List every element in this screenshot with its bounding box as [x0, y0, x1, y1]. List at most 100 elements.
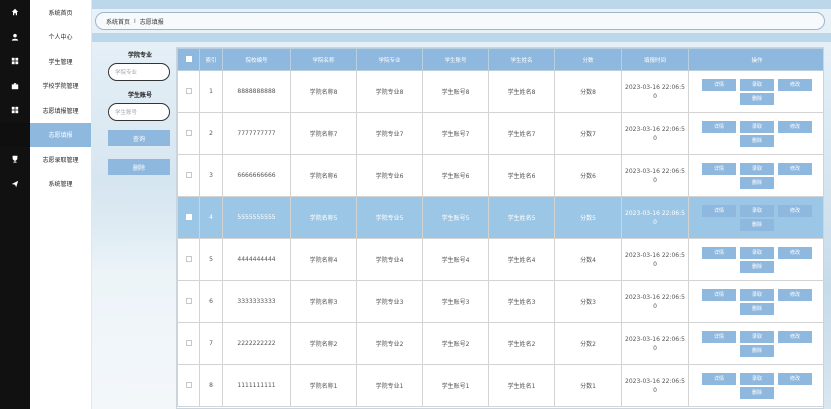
row-checkbox[interactable] [177, 196, 200, 239]
grid-icon[interactable] [0, 49, 30, 74]
time-line-1: 2023-03-16 22:06:5 [625, 377, 685, 385]
header-actions: 操作 [688, 48, 823, 71]
breadcrumb-home[interactable]: 系统首页 [106, 17, 130, 26]
sidebar-item-home[interactable]: 系统首页 [30, 0, 91, 25]
table-row[interactable]: 4 5555555555 学院名称5 学院专业5 学生账号5 学生姓名5 分数5… [177, 196, 823, 239]
delete-button[interactable]: 删除 [740, 134, 774, 147]
edit-button[interactable]: 修改 [778, 288, 812, 301]
cell-index: 3 [199, 154, 223, 197]
cell-time: 2023-03-16 22:06:5 0 [621, 280, 689, 323]
table-row[interactable]: 6 3333333333 学院名称3 学院专业3 学生账号3 学生姓名3 分数3… [177, 280, 823, 323]
row-checkbox[interactable] [177, 364, 200, 407]
detail-button[interactable]: 详情 [702, 120, 736, 133]
delete-button[interactable]: 删除 [740, 302, 774, 315]
cell-account: 学生账号8 [422, 70, 489, 113]
table-row[interactable]: 5 4444444444 学院名称4 学院专业4 学生账号4 学生姓名4 分数4… [177, 238, 823, 281]
table-row[interactable]: 2 7777777777 学院名称7 学院专业7 学生账号7 学生姓名7 分数7… [177, 112, 823, 155]
data-table: 索引 院校编号 学院名称 学院专业 学生账号 学生姓名 分数 填报时间 操作 1… [176, 47, 824, 409]
cell-time: 2023-03-16 22:06:5 0 [621, 70, 689, 113]
detail-button[interactable]: 详情 [702, 246, 736, 259]
delete-button[interactable]: 删除 [740, 344, 774, 357]
cell-actions: 详情 录取 修改 删除 [688, 238, 823, 281]
delete-button[interactable]: 删除 [740, 386, 774, 399]
sidebar-item-colleges[interactable]: 学校学院管理 [30, 74, 91, 99]
admit-button[interactable]: 录取 [740, 288, 774, 301]
header-major: 学院专业 [356, 48, 423, 71]
cell-college: 学院名称7 [290, 112, 357, 155]
table-row[interactable]: 8 1111111111 学院名称1 学院专业1 学生账号1 学生姓名1 分数1… [177, 364, 823, 407]
bulk-delete-button[interactable]: 删除 [108, 159, 170, 175]
row-checkbox[interactable] [177, 70, 200, 113]
user-icon[interactable] [0, 25, 30, 50]
edit-button[interactable]: 修改 [778, 120, 812, 133]
admit-button[interactable]: 录取 [740, 204, 774, 217]
admit-button[interactable]: 录取 [740, 120, 774, 133]
detail-button[interactable]: 详情 [702, 162, 736, 175]
cell-time: 2023-03-16 22:06:5 0 [621, 154, 689, 197]
edit-button[interactable]: 修改 [778, 78, 812, 91]
sidebar-item-profile[interactable]: 个人中心 [30, 25, 91, 50]
delete-button[interactable]: 删除 [740, 92, 774, 105]
sidebar-item-students[interactable]: 学生管理 [30, 49, 91, 74]
edit-button[interactable]: 修改 [778, 372, 812, 385]
cell-score: 分数6 [554, 154, 622, 197]
trophy-icon[interactable] [0, 147, 30, 172]
table-header-row: 索引 院校编号 学院名称 学院专业 学生账号 学生姓名 分数 填报时间 操作 [177, 48, 823, 71]
edit-button[interactable]: 修改 [778, 246, 812, 259]
cell-college: 学院名称1 [290, 364, 357, 407]
cell-actions: 详情 录取 修改 删除 [688, 280, 823, 323]
edit-button[interactable]: 修改 [778, 162, 812, 175]
detail-button[interactable]: 详情 [702, 372, 736, 385]
sidebar-item-system[interactable]: 系统管理 [30, 172, 91, 197]
cell-time: 2023-03-16 22:06:5 0 [621, 238, 689, 281]
admit-button[interactable]: 录取 [740, 162, 774, 175]
header-band [92, 33, 831, 42]
cell-actions: 详情 录取 修改 删除 [688, 322, 823, 365]
send-icon[interactable] [0, 172, 30, 197]
cell-code: 4444444444 [222, 238, 291, 281]
time-line-1: 2023-03-16 22:06:5 [625, 251, 685, 259]
delete-button[interactable]: 删除 [740, 260, 774, 273]
row-checkbox[interactable] [177, 154, 200, 197]
delete-button[interactable]: 删除 [740, 176, 774, 189]
detail-button[interactable]: 详情 [702, 78, 736, 91]
admit-button[interactable]: 录取 [740, 330, 774, 343]
cell-account: 学生账号4 [422, 238, 489, 281]
briefcase-icon[interactable] [0, 74, 30, 99]
sidebar-item-application-management[interactable]: 志愿填报管理 [30, 98, 91, 123]
header-code: 院校编号 [222, 48, 291, 71]
row-checkbox[interactable] [177, 112, 200, 155]
detail-button[interactable]: 详情 [702, 288, 736, 301]
row-checkbox[interactable] [177, 280, 200, 323]
row-checkbox[interactable] [177, 238, 200, 281]
query-button[interactable]: 查询 [108, 130, 170, 146]
table-row[interactable]: 1 8888888888 学院名称8 学院专业8 学生账号8 学生姓名8 分数8… [177, 70, 823, 113]
cell-index: 2 [199, 112, 223, 155]
cell-code: 7777777777 [222, 112, 291, 155]
detail-button[interactable]: 详情 [702, 330, 736, 343]
cell-code: 2222222222 [222, 322, 291, 365]
admit-button[interactable]: 录取 [740, 372, 774, 385]
edit-button[interactable]: 修改 [778, 204, 812, 217]
table-row[interactable]: 7 2222222222 学院名称2 学院专业2 学生账号2 学生姓名2 分数2… [177, 322, 823, 365]
detail-button[interactable]: 详情 [702, 204, 736, 217]
row-checkbox[interactable] [177, 322, 200, 365]
cell-major: 学院专业2 [356, 322, 423, 365]
admit-button[interactable]: 录取 [740, 78, 774, 91]
edit-button[interactable]: 修改 [778, 330, 812, 343]
home-icon[interactable] [0, 0, 30, 25]
main-content: 系统首页 I 志愿填报 学院专业 学院专业 学生账号 学生账号 查询 删除 索引… [92, 0, 831, 409]
admit-button[interactable]: 录取 [740, 246, 774, 259]
blank-icon[interactable] [0, 122, 30, 147]
breadcrumb-separator: I [134, 17, 136, 25]
sidebar-item-application[interactable]: 志愿填报 [30, 122, 91, 147]
cell-code: 8888888888 [222, 70, 291, 113]
select-all-checkbox[interactable] [177, 48, 200, 71]
sidebar-item-admission-management[interactable]: 志愿录取管理 [30, 147, 91, 172]
account-search-input[interactable]: 学生账号 [108, 103, 170, 121]
cell-major: 学院专业5 [356, 196, 423, 239]
major-search-input[interactable]: 学院专业 [108, 63, 170, 81]
delete-button[interactable]: 删除 [740, 218, 774, 231]
grid-icon[interactable] [0, 98, 30, 123]
table-row[interactable]: 3 6666666666 学院名称6 学院专业6 学生账号6 学生姓名6 分数6… [177, 154, 823, 197]
